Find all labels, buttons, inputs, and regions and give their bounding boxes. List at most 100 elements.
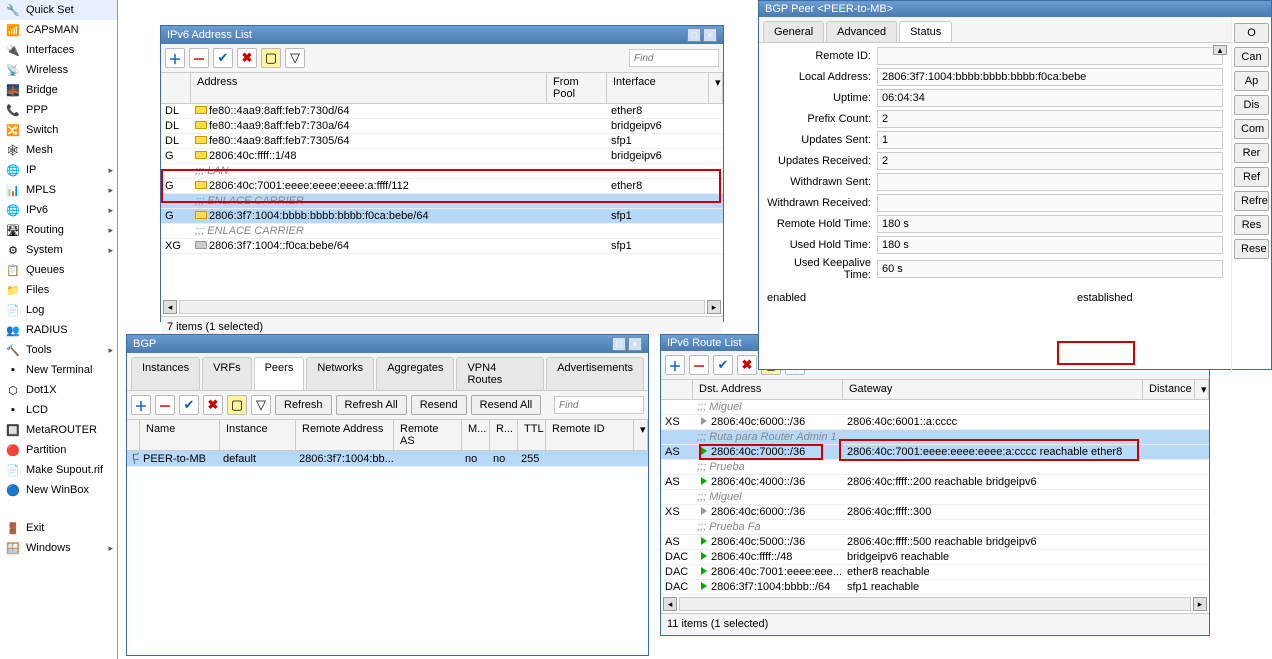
tab-networks[interactable]: Networks [306, 357, 374, 390]
sidebar-item-new-terminal[interactable]: ▪New Terminal [0, 360, 117, 380]
tab-aggregates[interactable]: Aggregates [376, 357, 454, 390]
sidebar-item-mpls[interactable]: 📊MPLS▸ [0, 180, 117, 200]
col-remote-addr[interactable]: Remote Address [296, 420, 394, 450]
col-gateway[interactable]: Gateway [843, 380, 1143, 399]
scrollbar[interactable] [679, 597, 1191, 611]
scroll-right[interactable]: ▸ [1193, 597, 1207, 611]
scrollbar[interactable] [179, 300, 705, 314]
button-dis[interactable]: Dis [1234, 95, 1269, 115]
col-ttl[interactable]: TTL [518, 420, 546, 450]
minimize-icon[interactable]: □ [687, 28, 701, 42]
sidebar-item-ppp[interactable]: 📞PPP [0, 100, 117, 120]
sidebar-item-capsman[interactable]: 📶CAPsMAN [0, 20, 117, 40]
sidebar-item-system[interactable]: ⚙System▸ [0, 240, 117, 260]
sidebar-item-windows[interactable]: 🪟Windows▸ [0, 538, 117, 558]
col-distance[interactable]: Distance [1143, 380, 1195, 399]
disable-button[interactable]: ✖ [203, 395, 223, 415]
sidebar-item-tools[interactable]: 🔨Tools▸ [0, 340, 117, 360]
button-rese[interactable]: Rese [1234, 239, 1269, 259]
filter-button[interactable]: ▽ [251, 395, 271, 415]
sidebar-item-dot1x[interactable]: ⬡Dot1X [0, 380, 117, 400]
col-address[interactable]: Address [191, 73, 547, 103]
tab-advertisements[interactable]: Advertisements [546, 357, 644, 390]
sidebar-item-new-winbox[interactable]: 🔵New WinBox [0, 480, 117, 500]
table-row[interactable]: ;;; ENLACE CARRIER [161, 194, 723, 209]
table-row[interactable]: ;;; Miguel [661, 490, 1209, 505]
tab-vrfs[interactable]: VRFs [202, 357, 252, 390]
table-row[interactable]: XS2806:40c:6000::/362806:40c:6001::a:ccc… [661, 415, 1209, 430]
button-rer[interactable]: Rer [1234, 143, 1269, 163]
find-input[interactable] [629, 49, 719, 67]
sidebar-item-routing[interactable]: 🛣Routing▸ [0, 220, 117, 240]
col-remote-id[interactable]: Remote ID [546, 420, 634, 450]
col-remote-as[interactable]: Remote AS [394, 420, 462, 450]
table-row[interactable]: ;;; Prueba [661, 460, 1209, 475]
table-row[interactable]: DAC2806:40c:ffff::/48bridgeipv6 reachabl… [661, 550, 1209, 565]
table-row[interactable]: ;;; LAN [161, 164, 723, 179]
sidebar-item-make-supout.rif[interactable]: 📄Make Supout.rif [0, 460, 117, 480]
col-r[interactable]: R... [490, 420, 518, 450]
remove-button[interactable]: － [689, 355, 709, 375]
table-row[interactable]: AS2806:40c:5000::/362806:40c:ffff::500 r… [661, 535, 1209, 550]
col-pool[interactable]: From Pool [547, 73, 607, 103]
add-button[interactable]: ＋ [665, 355, 685, 375]
table-row[interactable]: DLfe80::4aa9:8aff:feb7:730a/64bridgeipv6 [161, 119, 723, 134]
remove-button[interactable]: － [189, 48, 209, 68]
table-row[interactable]: DLfe80::4aa9:8aff:feb7:7305/64sfp1 [161, 134, 723, 149]
sidebar-item-quick-set[interactable]: 🔧Quick Set [0, 0, 117, 20]
sidebar-item-files[interactable]: 📁Files [0, 280, 117, 300]
resend-all-button[interactable]: Resend All [471, 395, 542, 415]
disable-button[interactable]: ✖ [237, 48, 257, 68]
table-row[interactable]: ;;; Prueba Fa [661, 520, 1209, 535]
col-dst[interactable]: Dst. Address [693, 380, 843, 399]
scroll-left[interactable]: ◂ [163, 300, 177, 314]
table-row[interactable]: DAC2806:40c:7001:eeee:eee...ether8 reach… [661, 565, 1209, 580]
table-row[interactable]: G2806:40c:ffff::1/48bridgeipv6 [161, 149, 723, 164]
table-row[interactable]: ;;; Miguel [661, 400, 1209, 415]
table-row[interactable]: DAC2806:3f7:1004:bbbb::/64sfp1 reachable [661, 580, 1209, 595]
close-icon[interactable]: × [703, 28, 717, 42]
scroll-left[interactable]: ◂ [663, 597, 677, 611]
table-row[interactable]: AS2806:40c:4000::/362806:40c:ffff::200 r… [661, 475, 1209, 490]
remove-button[interactable]: － [155, 395, 175, 415]
table-row[interactable]: G2806:3f7:1004:bbbb:bbbb:bbbb:f0ca:bebe/… [161, 209, 723, 224]
sidebar-item-ip[interactable]: 🌐IP▸ [0, 160, 117, 180]
col-instance[interactable]: Instance [220, 420, 296, 450]
table-row[interactable]: ;;; ENLACE CARRIER [161, 224, 723, 239]
enable-button[interactable]: ✔ [213, 48, 233, 68]
col-interface[interactable]: Interface [607, 73, 709, 103]
col-m[interactable]: M... [462, 420, 490, 450]
table-row[interactable]: XS2806:40c:6000::/362806:40c:ffff::300 [661, 505, 1209, 520]
minimize-icon[interactable]: □ [612, 337, 626, 351]
table-row[interactable]: DLfe80::4aa9:8aff:feb7:730d/64ether8 [161, 104, 723, 119]
table-row[interactable]: ;;; Ruta para Router Admin 1 [661, 430, 1209, 445]
tab-instances[interactable]: Instances [131, 357, 200, 390]
filter-button[interactable]: ▽ [285, 48, 305, 68]
button-refre[interactable]: Refre [1234, 191, 1269, 211]
sidebar-item-partition[interactable]: 🔴Partition [0, 440, 117, 460]
tab-advanced[interactable]: Advanced [826, 21, 897, 42]
col-name[interactable]: Name [140, 420, 220, 450]
sidebar-item-ipv6[interactable]: 🌐IPv6▸ [0, 200, 117, 220]
table-row[interactable]: XG2806:3f7:1004::f0ca:bebe/64sfp1 [161, 239, 723, 254]
comment-button[interactable]: ▢ [227, 395, 247, 415]
comment-button[interactable]: ▢ [261, 48, 281, 68]
sidebar-item-metarouter[interactable]: 🔲MetaROUTER [0, 420, 117, 440]
sidebar-item-lcd[interactable]: ▪LCD [0, 400, 117, 420]
sidebar-item-switch[interactable]: 🔀Switch [0, 120, 117, 140]
enable-button[interactable]: ✔ [713, 355, 733, 375]
scroll-right[interactable]: ▸ [707, 300, 721, 314]
sidebar-item-wireless[interactable]: 📡Wireless [0, 60, 117, 80]
sidebar-item-radius[interactable]: 👥RADIUS [0, 320, 117, 340]
sidebar-item-mesh[interactable]: 🕸Mesh [0, 140, 117, 160]
button-o[interactable]: O [1234, 23, 1269, 43]
tab-vpn4 routes[interactable]: VPN4 Routes [456, 357, 544, 390]
button-ap[interactable]: Ap [1234, 71, 1269, 91]
resend-button[interactable]: Resend [411, 395, 467, 415]
button-can[interactable]: Can [1234, 47, 1269, 67]
sidebar-item-log[interactable]: 📄Log [0, 300, 117, 320]
tab-status[interactable]: Status [899, 21, 952, 42]
refresh-all-button[interactable]: Refresh All [336, 395, 407, 415]
table-row[interactable]: 🏳PEER-to-MBdefault2806:3f7:1004:bb...non… [127, 451, 648, 467]
sidebar-item-exit[interactable]: 🚪Exit [0, 518, 117, 538]
